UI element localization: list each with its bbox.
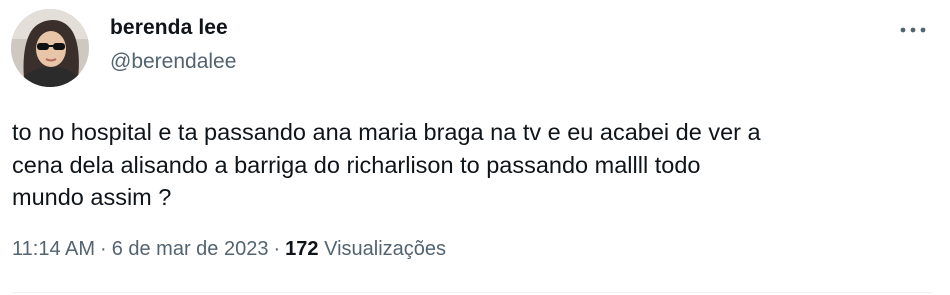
- tweet-meta: 11:14 AM · 6 de mar de 2023 · 172 Visualizaç…: [12, 238, 446, 261]
- views-count: 172: [285, 238, 319, 260]
- tweet-date[interactable]: 6 de mar de 2023: [112, 238, 269, 260]
- meta-separator: ·: [100, 238, 107, 260]
- divider: [12, 292, 932, 293]
- avatar[interactable]: [11, 9, 89, 87]
- author-display-name[interactable]: berenda lee: [110, 16, 228, 40]
- more-horizontal-icon: [900, 27, 926, 33]
- views-label: Visualizações: [324, 238, 447, 260]
- author-handle[interactable]: @berendalee: [110, 50, 236, 74]
- tweet: berenda lee @berendalee to no hospital e…: [0, 0, 950, 295]
- meta-separator: ·: [273, 238, 281, 260]
- tweet-text: to no hospital e ta passando ana maria b…: [12, 119, 761, 210]
- more-options-button[interactable]: [896, 20, 930, 40]
- tweet-time[interactable]: 11:14 AM: [12, 238, 95, 260]
- avatar-photo: [11, 9, 89, 87]
